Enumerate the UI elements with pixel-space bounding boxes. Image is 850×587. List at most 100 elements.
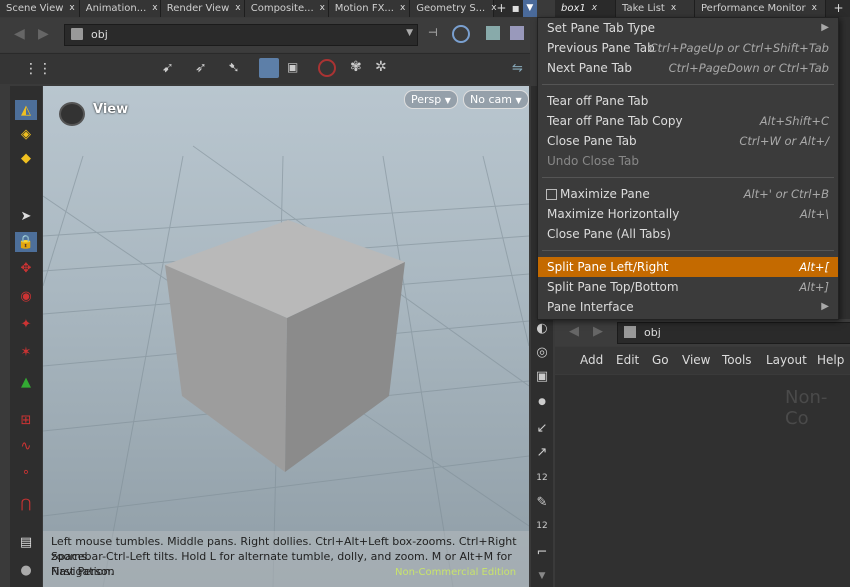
- network-path-field[interactable]: obj: [617, 322, 850, 344]
- pose-tool-icon[interactable]: ✶: [15, 342, 37, 362]
- menu-edit[interactable]: Edit: [616, 353, 639, 367]
- sphere-icon[interactable]: ●: [15, 560, 37, 580]
- select-mode-icon[interactable]: ➹: [162, 60, 174, 76]
- 3d-viewport[interactable]: View Persp ▼ No cam ▼ Left mouse tumbles…: [43, 86, 529, 587]
- view-tool-icon[interactable]: [259, 58, 279, 78]
- disabled-icon[interactable]: [318, 59, 336, 77]
- snap-point-icon[interactable]: ∘: [15, 462, 37, 482]
- scale-tool-icon[interactable]: ✦: [15, 314, 37, 334]
- target-icon[interactable]: [452, 25, 470, 43]
- menu-item-label: Maximize Horizontally: [547, 207, 680, 221]
- menu-item-close-pane-all-tabs[interactable]: Close Pane (All Tabs): [538, 224, 838, 244]
- close-icon[interactable]: x: [235, 0, 240, 17]
- add-tab-button[interactable]: +: [494, 0, 508, 17]
- handle-icon[interactable]: ➷: [228, 60, 240, 76]
- display-icon[interactable]: ◐: [531, 318, 553, 338]
- menu-tools[interactable]: Tools: [722, 353, 752, 367]
- menu-item-previous-pane-tab[interactable]: Previous Pane Tab Ctrl+PageUp or Ctrl+Shi…: [538, 38, 838, 58]
- path-text: obj: [91, 28, 108, 41]
- component-mode-icon[interactable]: ◈: [15, 124, 37, 144]
- menu-item-shortcut: Alt+[: [799, 260, 829, 274]
- checkbox-icon[interactable]: [546, 189, 557, 200]
- close-icon[interactable]: x: [812, 0, 817, 17]
- tab-animation[interactable]: Animation... x: [79, 0, 161, 17]
- snap-grid-icon[interactable]: ⊞: [15, 410, 37, 430]
- lock-icon[interactable]: 🔒: [15, 232, 37, 252]
- box-geometry[interactable]: [43, 86, 529, 587]
- chevron-down-icon[interactable]: ▼: [406, 28, 413, 38]
- tab-composite[interactable]: Composite... x: [244, 0, 329, 17]
- close-icon[interactable]: x: [69, 0, 74, 17]
- snapshot-icon[interactable]: ✾: [350, 59, 362, 75]
- tab-geometry[interactable]: Geometry S... x: [410, 0, 497, 17]
- persp-dropdown[interactable]: Persp ▼: [404, 90, 458, 109]
- menu-item-close-pane-tab[interactable]: Close Pane Tab Ctrl+W or Alt+/: [538, 131, 838, 151]
- camera-small-icon[interactable]: ▣: [531, 366, 553, 386]
- maximize-icon[interactable]: ▪: [509, 0, 523, 17]
- close-icon[interactable]: x: [592, 0, 597, 17]
- close-icon[interactable]: x: [400, 0, 405, 17]
- menu-view[interactable]: View: [682, 353, 710, 367]
- scroll-down-icon[interactable]: ▼: [531, 566, 553, 586]
- menu-go[interactable]: Go: [652, 353, 669, 367]
- transform-icon[interactable]: ➶: [195, 60, 207, 76]
- menu-item-split-pane-left-right[interactable]: Split Pane Left/Right Alt+[: [538, 257, 838, 277]
- tab-scene-view[interactable]: Scene View x: [0, 0, 80, 17]
- menu-separator: [542, 250, 834, 251]
- cube-view-icon[interactable]: [486, 26, 500, 40]
- select-arrow-icon[interactable]: ➤: [15, 206, 37, 226]
- tab-render-view[interactable]: Render View x: [160, 0, 245, 17]
- menu-item-tear-off-pane-tab[interactable]: Tear off Pane Tab: [538, 91, 838, 111]
- point-icon[interactable]: ●: [531, 392, 553, 412]
- back-arrow-icon[interactable]: ◀: [14, 26, 25, 42]
- pin-icon[interactable]: ⊣: [428, 26, 438, 39]
- handle-tool-icon[interactable]: ▲: [15, 372, 37, 392]
- add-tab-button[interactable]: +: [830, 0, 847, 17]
- number-icon[interactable]: 12: [531, 468, 553, 488]
- close-icon[interactable]: x: [671, 0, 676, 17]
- number2-icon[interactable]: 12: [531, 516, 553, 536]
- parameter-strip: [838, 17, 850, 319]
- forward-arrow-icon[interactable]: ▶: [38, 26, 49, 42]
- menu-item-shortcut: Ctrl+PageUp or Ctrl+Shift+Tab: [649, 41, 830, 55]
- forward-arrow-icon[interactable]: ▶: [593, 324, 603, 339]
- menu-item-maximize-horizontally[interactable]: Maximize Horizontally Alt+\: [538, 204, 838, 224]
- tab-performance-monitor[interactable]: Performance Monitor x: [695, 0, 826, 17]
- paint-icon[interactable]: ✎: [531, 492, 553, 512]
- menu-item-tear-off-pane-tab-copy[interactable]: Tear off Pane Tab Copy Alt+Shift+C: [538, 111, 838, 131]
- pane-menu-arrow-icon[interactable]: ▼: [522, 0, 537, 17]
- normal-icon[interactable]: ↙: [531, 418, 553, 438]
- layers-icon[interactable]: ▤: [15, 532, 37, 552]
- visibility-icon[interactable]: ◎: [531, 342, 553, 362]
- object-mode-icon[interactable]: ◭: [15, 100, 37, 120]
- close-icon[interactable]: x: [152, 0, 157, 17]
- tab-box1[interactable]: box1 x: [555, 0, 616, 17]
- transform-tool-icon[interactable]: ✥: [15, 258, 37, 278]
- menu-item-set-pane-tab-type[interactable]: Set Pane Tab Type ▶: [538, 18, 838, 38]
- menu-item-split-pane-top-bottom[interactable]: Split Pane Top/Bottom Alt+]: [538, 277, 838, 297]
- rotate-tool-icon[interactable]: ◉: [15, 286, 37, 306]
- camera-icon[interactable]: [510, 26, 524, 40]
- tab-motion-fx[interactable]: Motion FX... x: [328, 0, 411, 17]
- menu-item-next-pane-tab[interactable]: Next Pane Tab Ctrl+PageDown or Ctrl+Tab: [538, 58, 838, 78]
- close-icon[interactable]: x: [320, 0, 325, 17]
- menu-add[interactable]: Add: [580, 353, 603, 367]
- back-arrow-icon[interactable]: ◀: [569, 324, 579, 339]
- network-editor[interactable]: Non-Co: [555, 375, 850, 587]
- snap-curve-icon[interactable]: ∿: [15, 436, 37, 456]
- zoom-icon[interactable]: ▣: [287, 60, 298, 74]
- menu-help[interactable]: Help: [817, 353, 844, 367]
- magnet-icon[interactable]: ⋂: [15, 494, 37, 514]
- settings-icon[interactable]: ✲: [375, 59, 387, 75]
- tab-take-list[interactable]: Take List x: [616, 0, 695, 17]
- line-icon[interactable]: ↗: [531, 442, 553, 462]
- menu-layout[interactable]: Layout: [766, 353, 807, 367]
- camera-dropdown[interactable]: No cam ▼: [463, 90, 529, 109]
- shelf-tool-icon[interactable]: ⇋: [512, 61, 523, 76]
- shelf-grid-icon[interactable]: ⋮⋮: [24, 61, 52, 77]
- face-mode-icon[interactable]: ◆: [15, 148, 37, 168]
- menu-item-maximize-pane[interactable]: Maximize Pane Alt+' or Ctrl+B: [538, 184, 838, 204]
- menu-item-pane-interface[interactable]: Pane Interface ▶: [538, 297, 838, 317]
- corner-icon[interactable]: ⌐: [531, 542, 553, 562]
- path-field[interactable]: obj ▼: [64, 24, 418, 46]
